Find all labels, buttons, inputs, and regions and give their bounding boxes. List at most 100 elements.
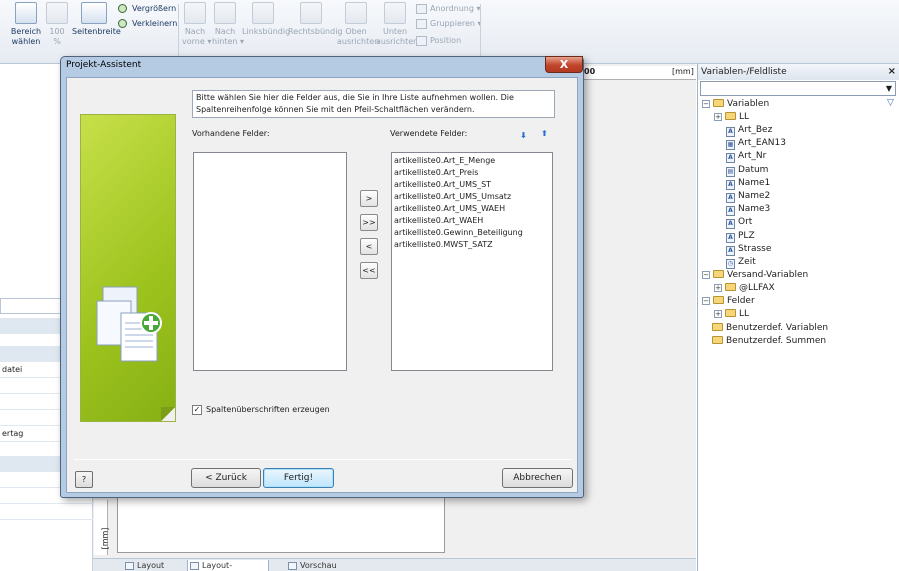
used-field-item[interactable]: artikelliste0.Art_E_Menge [392,155,552,167]
used-field-item[interactable]: artikelliste0.Art_WAEH [392,215,552,227]
expand-icon[interactable]: + [714,113,722,121]
bring-forward-button[interactable]: Nach vorne ▾ [182,2,211,47]
tree-variable-item[interactable]: A Art_Bez [726,124,772,137]
expand-icon[interactable]: + [714,310,722,318]
remove-all-fields-button[interactable]: << [360,262,378,279]
add-all-fields-button[interactable]: >> [360,214,378,231]
zoom-in-icon [118,4,127,13]
column-headers-checkbox[interactable]: ✓ [192,405,202,415]
tree-node-llfax[interactable]: + @LLFAX [714,282,775,295]
back-button[interactable]: < Zurück [191,468,261,488]
close-button[interactable]: X [545,56,583,73]
report-page[interactable] [117,497,445,553]
remove-field-button[interactable]: < [360,238,378,255]
folder-icon [713,270,724,278]
tree-variable-item[interactable]: A PLZ [726,230,755,243]
dialog-title: Projekt-Assistent [66,60,142,70]
move-up-icon[interactable]: ⬆ [541,129,548,138]
align-bottom-icon [384,2,406,24]
filter-icon[interactable]: ▽ [887,98,894,108]
used-field-item[interactable]: artikelliste0.MWST_SATZ [392,239,552,251]
tree-node-variablen[interactable]: − Variablen [702,98,769,111]
tree-node-ll[interactable]: + LL [714,111,749,124]
tree-node-benutzer-variablen[interactable]: Benutzerdef. Variablen [712,322,828,335]
position-button[interactable]: Position [416,34,461,48]
used-field-item[interactable]: artikelliste0.Art_UMS_ST [392,179,552,191]
tree-variable-item[interactable]: A Ort [726,216,752,230]
user-sums-icon [712,336,723,344]
page-width-icon [81,2,107,24]
folder-icon [725,309,736,317]
used-field-item[interactable]: artikelliste0.Art_Preis [392,167,552,179]
help-button[interactable]: ? [75,471,93,488]
add-field-button[interactable]: > [360,190,378,207]
left-panel-row[interactable] [0,504,93,520]
view-tabs: Layout Layout-Vorschau Vorschau [93,558,696,571]
collapse-icon[interactable]: − [702,271,710,279]
tree-variable-item[interactable]: ▦ Art_EAN13 [726,137,786,151]
group-dropdown[interactable]: Gruppieren ▾ [416,17,482,31]
used-fields-label: Verwendete Felder: [390,129,468,138]
folder-icon [725,283,736,291]
tree-variable-item[interactable]: A Name1 [726,177,770,190]
send-backward-button[interactable]: Nach hinten ▾ [212,2,244,47]
align-left-button[interactable]: Linksbündig [242,2,290,37]
tree-variable-item[interactable]: ◷ Zeit [726,256,756,269]
used-field-item[interactable]: artikelliste0.Gewinn_Beteiligung [392,227,552,239]
dialog-body: Bitte wählen Sie hier die Felder aus, di… [66,77,578,493]
panel-title: Variablen-/Feldliste × [698,64,899,80]
zoom-in-button[interactable]: Vergrößern [118,2,176,16]
variables-filter-combo[interactable]: ▼ [700,81,896,96]
tree-variable-item[interactable]: A Art_Nr [726,150,766,164]
align-right-button[interactable]: Rechtsbündig [288,2,343,37]
cancel-button[interactable]: Abbrechen [502,468,573,488]
dialog-separator [74,459,572,460]
close-icon[interactable]: × [888,64,896,80]
column-headers-label[interactable]: Spaltenüberschriften erzeugen [206,405,330,414]
layout-icon [125,562,134,570]
zoom-100-button[interactable]: 100 % [46,2,68,47]
move-down-icon[interactable]: ⬇ [520,131,527,140]
group-icon [416,19,427,29]
align-top-icon [345,2,367,24]
available-fields-list[interactable] [193,152,347,371]
align-bottom-button[interactable]: Unten ausrichten [376,2,418,47]
folder-icon [713,296,724,304]
tree-node-benutzer-summen[interactable]: Benutzerdef. Summen [712,335,826,348]
ribbon-separator [178,4,179,56]
layout-preview-icon [190,562,199,570]
available-fields-label: Vorhandene Felder: [192,129,270,138]
tree-variable-item[interactable]: A Strasse [726,243,771,256]
tab-preview[interactable]: Vorschau [286,560,342,571]
collapse-icon[interactable]: − [702,100,710,108]
arrange-dropdown[interactable]: Anordnung ▾ [416,2,481,16]
finish-button[interactable]: Fertig! [263,468,334,488]
page-width-button[interactable]: Seitenbreite [72,2,121,37]
tab-layout-preview[interactable]: Layout-Vorschau [187,560,269,571]
tree-variable-item[interactable]: ▤ Datum [726,164,768,177]
folder-icon [725,112,736,120]
tree-node-felder[interactable]: − Felder [702,295,755,308]
variable-type-icon: A [726,232,735,243]
tree-node-versand-variablen[interactable]: − Versand-Variablen [702,269,808,282]
variable-type-icon: A [726,153,735,164]
zoom-out-button[interactable]: Verkleinern [118,17,177,31]
align-top-button[interactable]: Oben ausrichten [337,2,379,47]
expand-icon[interactable]: + [714,284,722,292]
align-right-icon [300,2,322,24]
ribbon: Bereich wählen 100 % Seitenbreite Vergrö… [0,0,899,64]
collapse-icon[interactable]: − [702,297,710,305]
ribbon-separator [480,4,481,56]
tree-variable-item[interactable]: A Name3 [726,203,770,217]
variable-type-icon: A [726,206,735,217]
used-field-item[interactable]: artikelliste0.Art_UMS_Umsatz [392,191,552,203]
arrange-icon [416,4,427,14]
select-area-button[interactable]: Bereich wählen [10,2,42,47]
tree-variable-item[interactable]: A Name2 [726,190,770,203]
used-fields-list[interactable]: artikelliste0.Art_E_Menge artikelliste0.A… [391,152,553,371]
variable-type-icon: A [726,219,735,230]
tree-node-felder-ll[interactable]: + LL [714,308,749,321]
tab-layout[interactable]: Layout [123,560,173,571]
chevron-down-icon[interactable]: ▼ [883,82,895,95]
used-field-item[interactable]: artikelliste0.Art_UMS_WAEH [392,203,552,215]
